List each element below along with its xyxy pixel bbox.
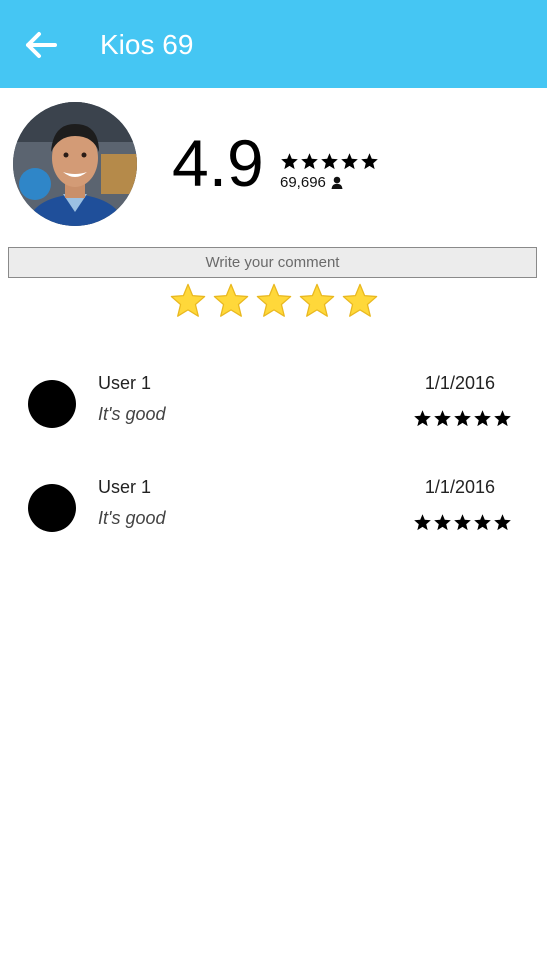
arrow-left-icon (26, 32, 57, 58)
rating-input (169, 282, 379, 320)
review-stars (413, 409, 512, 428)
review-user: User 1 (98, 373, 152, 393)
review-item: User 1 It's good 1/1/2016 (0, 373, 547, 450)
review-date: 1/1/2016 (424, 373, 495, 393)
review-comment: It's good (98, 404, 166, 424)
profile-photo (13, 102, 137, 226)
star-icon (494, 410, 511, 427)
star-icon (414, 410, 431, 427)
person-icon (331, 176, 343, 189)
star-icon (414, 514, 431, 531)
star-icon (454, 514, 471, 531)
comment-input[interactable] (8, 247, 537, 278)
page-title: Kios 69 (100, 29, 194, 60)
star-icon (434, 514, 451, 531)
rate-star-4[interactable] (298, 282, 336, 320)
review-user: User 1 (98, 477, 152, 497)
star-icon (434, 410, 451, 427)
rating-stars (280, 152, 379, 171)
star-icon (341, 153, 358, 170)
star-icon (474, 410, 491, 427)
rate-star-3[interactable] (255, 282, 293, 320)
review-item: User 1 It's good 1/1/2016 (0, 477, 547, 554)
profile-avatar (13, 102, 137, 226)
star-icon (454, 410, 471, 427)
rate-star-1[interactable] (169, 282, 207, 320)
review-comment: It's good (98, 508, 166, 528)
app-bar: Kios 69 (0, 0, 547, 88)
back-button[interactable] (20, 24, 62, 66)
star-icon (361, 153, 378, 170)
star-icon (321, 153, 338, 170)
star-icon (281, 153, 298, 170)
user-avatar (28, 484, 76, 532)
review-stars (413, 513, 512, 532)
average-rating: 4.9 (172, 126, 264, 200)
star-icon (494, 514, 511, 531)
review-date: 1/1/2016 (424, 477, 495, 497)
reviewer-count-row: 69,696 (280, 174, 343, 191)
user-avatar (28, 380, 76, 428)
rate-star-2[interactable] (212, 282, 250, 320)
star-icon (474, 514, 491, 531)
rate-star-5[interactable] (341, 282, 379, 320)
reviewer-count: 69,696 (280, 174, 326, 191)
star-icon (301, 153, 318, 170)
